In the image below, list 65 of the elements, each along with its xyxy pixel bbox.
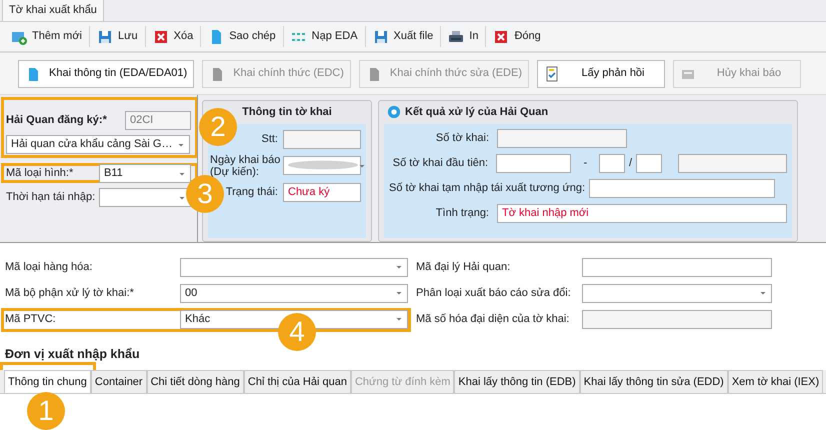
panel-title: Thông tin tờ khai xyxy=(242,105,332,120)
section-title: Đơn vị xuất nhập khẩu xyxy=(5,346,141,363)
document-tab[interactable]: Tờ khai xuất khẩu xyxy=(2,0,104,21)
field-label: Mã số hóa đại diện của tờ khai: xyxy=(416,312,570,327)
toolbar-button[interactable]: Thêm mới xyxy=(4,26,90,47)
action-button[interactable]: Khai thông tin (EDA/EDA01) xyxy=(18,60,194,88)
printer-icon xyxy=(448,28,464,44)
panel-title: Kết quả xử lý của Hải Quan xyxy=(405,105,548,120)
input-field[interactable] xyxy=(589,178,776,198)
save-icon xyxy=(97,28,113,44)
field-label: Số tờ khai tạm nhập tái xuất tương ứng: xyxy=(389,180,586,196)
callout-number: 4 xyxy=(278,313,316,351)
save-icon xyxy=(372,28,389,44)
status-field: Chưa ký xyxy=(283,182,361,202)
field-label: Số tờ khai: xyxy=(434,130,490,146)
checklist-icon xyxy=(544,66,560,82)
tab[interactable]: Chỉ thị của Hải quan xyxy=(244,370,351,394)
field-label: Trạng thái: xyxy=(226,184,278,200)
separator-text: / xyxy=(629,156,632,171)
toolbar-button[interactable]: Lưu xyxy=(90,26,146,47)
dropdown-field[interactable]: Hải quan cửa khẩu cảng Sài G… xyxy=(6,135,190,154)
field-label: Ngày khai báo (Dự kiến): xyxy=(210,154,282,178)
blurred-value xyxy=(288,158,358,172)
tab[interactable]: Khai lấy thông tin sửa (EDD) xyxy=(580,370,728,394)
toolbar-button[interactable]: Đóng xyxy=(486,26,548,47)
toolbar-button[interactable]: Xuất file xyxy=(366,26,442,47)
field-label: Mã loại hình:* xyxy=(6,166,74,182)
field-label: Số tờ khai đầu tiên: xyxy=(392,156,490,171)
tab[interactable]: Container xyxy=(90,370,147,394)
field-label: Stt: xyxy=(261,132,278,147)
field-label: Mã PTVC: xyxy=(5,312,57,327)
close-icon xyxy=(152,28,169,44)
separator-text: - xyxy=(583,156,588,171)
input-field[interactable] xyxy=(636,154,662,172)
callout-number: 1 xyxy=(27,392,65,430)
toolbar-button[interactable]: Nạp EDA xyxy=(284,26,366,47)
field-label: Mã loại hàng hóa: xyxy=(5,260,94,275)
input-field[interactable] xyxy=(599,154,625,172)
toolbar-button[interactable]: In xyxy=(441,26,486,47)
dropdown-field[interactable]: B11 xyxy=(99,164,191,183)
input-field[interactable] xyxy=(582,258,772,276)
field-label: Phân loại xuất báo cáo sửa đổi: xyxy=(416,286,572,301)
dropdown-field[interactable] xyxy=(99,188,191,207)
field-label: Thời hạn tái nhập: xyxy=(6,190,96,206)
status-field: Tờ khai nhập mới xyxy=(497,204,787,222)
action-button[interactable]: Lấy phản hồi xyxy=(537,60,665,88)
tab[interactable]: Khai lấy thông tin (EDB) xyxy=(454,370,580,394)
toolbar-button[interactable]: Sao chép xyxy=(201,26,284,47)
tab[interactable]: Chi tiết dòng hàng xyxy=(146,370,244,394)
field-label: Mã đại lý Hải quan: xyxy=(416,260,512,275)
readonly-field: 02CI xyxy=(125,111,191,130)
field-label: Tình trạng: xyxy=(434,206,490,221)
input-field[interactable] xyxy=(496,154,572,172)
close-icon xyxy=(493,28,510,44)
dropdown-field[interactable] xyxy=(582,284,772,302)
dropdown-caret-icon xyxy=(395,263,403,271)
tab[interactable]: Xem tờ khai (IEX) xyxy=(728,370,824,394)
tab[interactable]: Thông tin chung xyxy=(4,370,91,394)
toolbar-button[interactable]: Xóa xyxy=(146,26,202,47)
dropdown-caret-icon xyxy=(395,289,403,297)
dropdown-field[interactable]: 00 xyxy=(180,284,408,302)
dropdown-field[interactable] xyxy=(180,258,408,276)
dropdown-caret-icon xyxy=(759,289,767,297)
field-label: Mã bộ phận xử lý tờ khai:* xyxy=(5,286,135,301)
field-label: Hải Quan đăng ký:* xyxy=(6,113,107,128)
